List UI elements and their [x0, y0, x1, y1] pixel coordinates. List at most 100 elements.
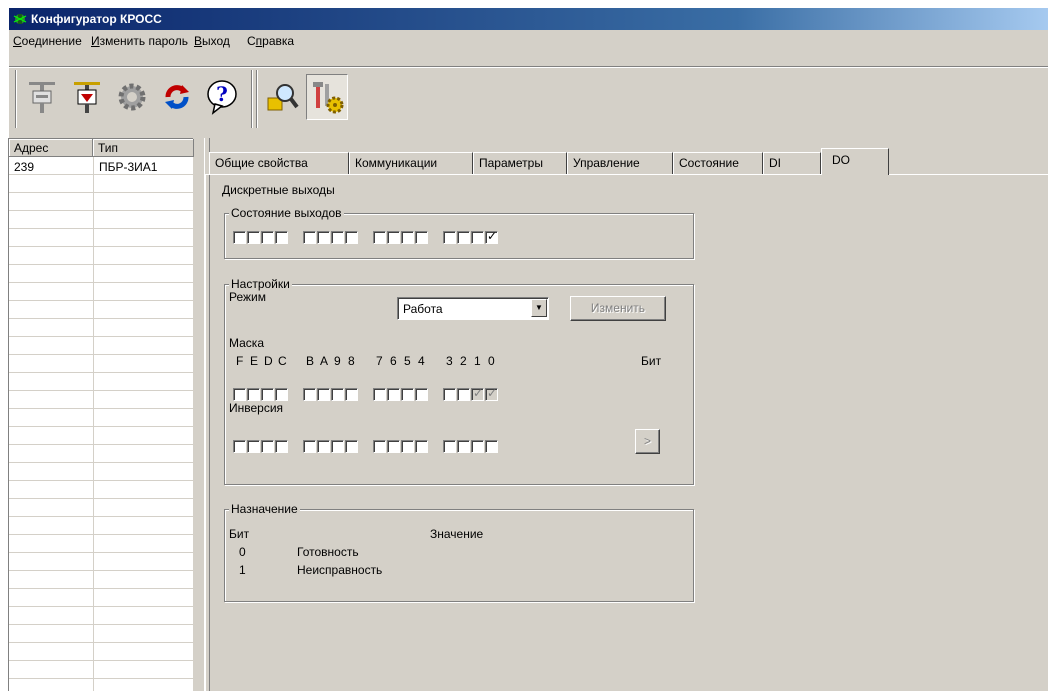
app-icon — [13, 14, 27, 24]
outputs-state-group: Состояние выходов ✓ — [224, 206, 694, 259]
output-bit-8[interactable] — [345, 231, 358, 244]
tab-2[interactable]: Коммуникации — [349, 152, 473, 175]
device-row[interactable]: 239 ПБР-3ИА1 — [9, 157, 194, 175]
output-bit-d[interactable] — [261, 231, 274, 244]
mask-bit-3[interactable] — [443, 388, 456, 401]
output-bit-6[interactable] — [387, 231, 400, 244]
mask-bit-2[interactable] — [457, 388, 470, 401]
inversion-bit-d[interactable] — [261, 440, 274, 453]
assignment-value: Готовность — [297, 545, 359, 559]
empty-row — [9, 499, 194, 517]
mask-bit-f[interactable] — [233, 388, 246, 401]
inversion-bit-9[interactable] — [331, 440, 344, 453]
bit-letter: 9 — [334, 354, 341, 368]
empty-row — [9, 319, 194, 337]
mask-bit-8[interactable] — [345, 388, 358, 401]
output-bit-5[interactable] — [401, 231, 414, 244]
inversion-bit-b[interactable] — [303, 440, 316, 453]
tab-3[interactable]: Параметры — [473, 152, 567, 175]
inversion-bit-0[interactable] — [485, 440, 498, 453]
connect-button[interactable] — [21, 74, 63, 120]
menu-exit[interactable]: Выход — [194, 34, 230, 48]
mask-bit-0[interactable]: ✓ — [485, 386, 498, 401]
outputs-state-label: Состояние выходов — [229, 206, 344, 220]
refresh-button[interactable] — [156, 74, 198, 120]
title-bar[interactable]: Конфигуратор КРОСС — [9, 8, 1048, 30]
inversion-bit-1[interactable] — [471, 440, 484, 453]
mode-select-value: Работа — [403, 302, 443, 316]
mask-bit-b[interactable] — [303, 388, 316, 401]
tab-strip: Общие свойства Коммуникации Параметры Управ… — [205, 145, 1048, 175]
empty-row — [9, 193, 194, 211]
svg-text:?: ? — [216, 82, 228, 106]
inversion-bit-6[interactable] — [387, 440, 400, 453]
inversion-bit-7[interactable] — [373, 440, 386, 453]
inversion-bit-4[interactable] — [415, 440, 428, 453]
inversion-bit-8[interactable] — [345, 440, 358, 453]
tab-5[interactable]: Состояние — [673, 152, 763, 175]
mask-label: Маска — [229, 336, 264, 350]
assignment-bit: 0 — [239, 545, 246, 559]
output-bit-a[interactable] — [317, 231, 330, 244]
settings-button[interactable] — [111, 74, 153, 120]
refresh-icon — [165, 85, 189, 109]
tab-4[interactable]: Управление — [567, 152, 673, 175]
tools-config-icon — [313, 82, 344, 114]
mask-bit-e[interactable] — [247, 388, 260, 401]
output-bit-0[interactable]: ✓ — [485, 229, 498, 244]
column-header-type[interactable]: Тип — [93, 139, 194, 157]
menu-help[interactable]: Справка — [247, 34, 294, 48]
mask-bit-9[interactable] — [331, 388, 344, 401]
bit-letter: F — [236, 354, 244, 368]
inversion-bit-5[interactable] — [401, 440, 414, 453]
toolbar-separator — [251, 70, 253, 128]
inversion-bit-a[interactable] — [317, 440, 330, 453]
output-bit-1[interactable] — [471, 231, 484, 244]
mode-select[interactable]: Работа ▼ — [397, 297, 549, 320]
empty-row — [9, 517, 194, 535]
bit-letter: 0 — [488, 354, 495, 368]
mask-bit-4[interactable] — [415, 388, 428, 401]
mask-bit-5[interactable] — [401, 388, 414, 401]
device-list[interactable]: Адрес Тип 239 ПБР-3ИА1 — [8, 138, 194, 691]
change-button[interactable]: Изменить — [570, 296, 666, 321]
window-title: Конфигуратор КРОСС — [31, 12, 162, 26]
help-button[interactable]: ? — [201, 74, 243, 120]
mask-bit-1[interactable]: ✓ — [471, 386, 484, 401]
mask-bit-7[interactable] — [373, 388, 386, 401]
output-bit-c[interactable] — [275, 231, 288, 244]
menu-change-password[interactable]: Изменить пароль — [91, 34, 188, 48]
tab-1[interactable]: Общие свойства — [209, 152, 349, 175]
tab-7[interactable]: DO — [821, 148, 889, 175]
output-bit-4[interactable] — [415, 231, 428, 244]
mask-bit-d[interactable] — [261, 388, 274, 401]
inversion-bit-2[interactable] — [457, 440, 470, 453]
bit-letter: 7 — [376, 354, 383, 368]
menu-connection[interactable]: Соединение — [13, 34, 82, 48]
output-bit-b[interactable] — [303, 231, 316, 244]
bit-letter: 2 — [460, 354, 467, 368]
chevron-down-icon[interactable]: ▼ — [531, 299, 547, 317]
output-bit-7[interactable] — [373, 231, 386, 244]
output-bit-f[interactable] — [233, 231, 246, 244]
inversion-bit-3[interactable] — [443, 440, 456, 453]
inversion-bit-f[interactable] — [233, 440, 246, 453]
inversion-bit-c[interactable] — [275, 440, 288, 453]
inversion-bit-e[interactable] — [247, 440, 260, 453]
checkmark-icon: ✓ — [487, 229, 498, 243]
column-header-address[interactable]: Адрес — [9, 139, 93, 157]
next-button[interactable]: > — [635, 429, 660, 454]
output-bit-3[interactable] — [443, 231, 456, 244]
disconnect-button[interactable] — [66, 74, 108, 120]
output-bit-e[interactable] — [247, 231, 260, 244]
mask-bit-6[interactable] — [387, 388, 400, 401]
output-bit-2[interactable] — [457, 231, 470, 244]
mask-bit-c[interactable] — [275, 388, 288, 401]
mode-label: Режим — [229, 290, 266, 304]
mask-bit-a[interactable] — [317, 388, 330, 401]
output-bit-9[interactable] — [331, 231, 344, 244]
search-device-button[interactable] — [261, 74, 303, 120]
toolbar-top-divider — [9, 66, 1048, 68]
tools-config-button[interactable] — [306, 74, 348, 120]
tab-6[interactable]: DI — [763, 152, 821, 175]
